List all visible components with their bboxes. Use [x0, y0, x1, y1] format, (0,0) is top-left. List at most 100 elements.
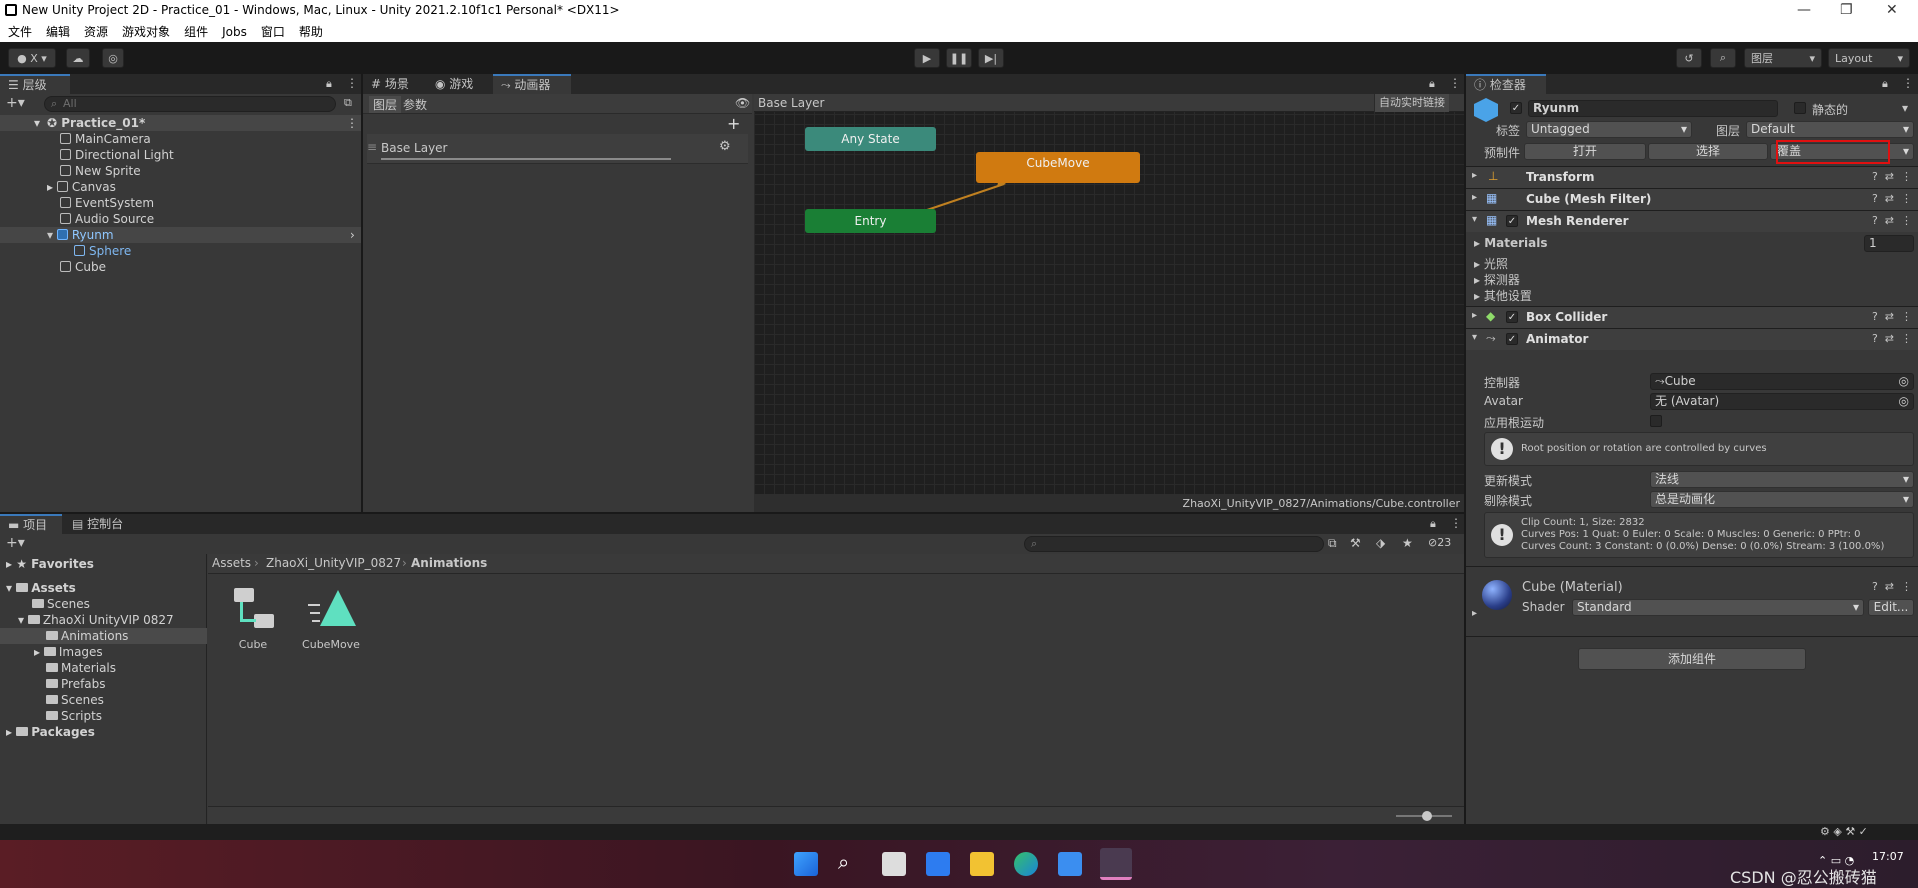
lock-icon[interactable]: 🔒︎	[326, 77, 332, 91]
expand-arrow-icon[interactable]: ▾	[47, 228, 57, 242]
expand-arrow-icon[interactable]: ▾	[1472, 332, 1477, 343]
active-checkbox[interactable]: ✓	[1510, 102, 1522, 114]
menu-help[interactable]: 帮助	[299, 22, 323, 42]
tree-item[interactable]: Materials	[46, 660, 116, 676]
tree-item[interactable]: Scripts	[46, 708, 102, 724]
hierarchy-search-input[interactable]: ⌕ All	[44, 96, 336, 112]
clock[interactable]: 17:07	[1872, 850, 1904, 863]
collapsed-arrow-icon[interactable]: ▸	[47, 180, 57, 194]
component-actions[interactable]: ? ⇄ ⋮	[1872, 310, 1912, 323]
expand-arrow-icon[interactable]: ▾	[34, 115, 40, 131]
scene-item[interactable]: ✪ Practice_01*	[47, 115, 145, 131]
lock-icon[interactable]: 🔒︎	[1429, 77, 1435, 91]
edge-browser-icon[interactable]	[1014, 852, 1038, 876]
root-motion-checkbox[interactable]	[1650, 415, 1662, 427]
transition-line[interactable]	[923, 183, 1005, 212]
mesh-filter-component[interactable]: ▸ ▦ Cube (Mesh Filter) ? ⇄ ⋮	[1466, 188, 1918, 210]
star-icon[interactable]: ★	[1402, 536, 1413, 550]
list-item[interactable]: MainCamera	[60, 131, 151, 147]
other-settings-foldout[interactable]: ▸ 其他设置	[1474, 287, 1532, 304]
collapsed-arrow-icon[interactable]: ▸	[1472, 608, 1477, 619]
tree-favorites[interactable]: ▸ ★ Favorites	[6, 556, 94, 572]
scene-row[interactable]: ▾ ✪ Practice_01* ⋮	[0, 115, 361, 131]
chevron-down-icon[interactable]: ▾	[1902, 101, 1908, 115]
list-item[interactable]: ▾ Ryunm	[47, 227, 114, 243]
object-picker-icon[interactable]: ◎	[1899, 394, 1909, 409]
component-actions[interactable]: ? ⇄ ⋮	[1872, 332, 1912, 345]
cloud-button[interactable]: ☁	[66, 48, 90, 68]
tag-dropdown[interactable]: Untagged ▾	[1526, 121, 1692, 138]
animator-component[interactable]: ▾ ⤳ ✓ Animator ? ⇄ ⋮	[1466, 328, 1918, 350]
prefab-open-button[interactable]: 打开	[1524, 143, 1646, 160]
collapsed-arrow-icon[interactable]: ▸	[1472, 310, 1477, 321]
create-plus-icon[interactable]: +▾	[6, 95, 25, 111]
box-collider-component[interactable]: ▸ ◆ ✓ Box Collider ? ⇄ ⋮	[1466, 306, 1918, 328]
more-menu-icon[interactable]: ⋮	[1449, 76, 1461, 90]
menu-window[interactable]: 窗口	[261, 22, 285, 42]
tab-animator[interactable]: ⤳ 动画器	[493, 74, 571, 94]
collapsed-arrow-icon[interactable]: ▸	[6, 725, 16, 739]
search-icon[interactable]: ⌕	[838, 850, 849, 874]
more-menu-icon[interactable]: ⋮	[1450, 516, 1462, 530]
icon-size-slider-handle[interactable]	[1422, 811, 1432, 821]
expand-arrow-icon[interactable]: ▾	[6, 581, 16, 595]
cubemove-state-node[interactable]: CubeMove	[976, 152, 1140, 183]
asset-item[interactable]: Cube	[226, 586, 280, 656]
list-item[interactable]: Cube	[60, 259, 106, 275]
menu-edit[interactable]: 编辑	[46, 22, 70, 42]
tab-inspector[interactable]: ⓘ 检查器	[1466, 74, 1546, 94]
pause-button[interactable]: ❚❚	[946, 48, 972, 68]
search-by-type-icon[interactable]: ⧉	[1328, 536, 1337, 551]
breadcrumb-item[interactable]: Assets	[212, 556, 251, 570]
component-enabled-checkbox[interactable]: ✓	[1506, 215, 1518, 227]
task-view-icon[interactable]	[882, 852, 906, 876]
list-item[interactable]: ▸ Canvas	[47, 179, 116, 195]
lighting-foldout[interactable]: ▸ 光照	[1474, 255, 1508, 272]
menu-component[interactable]: 组件	[184, 22, 208, 42]
collapsed-arrow-icon[interactable]: ▸	[1472, 170, 1477, 181]
material-actions[interactable]: ? ⇄ ⋮	[1872, 580, 1912, 593]
play-button[interactable]: ▶	[914, 48, 940, 68]
step-button[interactable]: ▶|	[978, 48, 1004, 68]
subtab-layers[interactable]: 图层	[369, 96, 402, 113]
component-actions[interactable]: ? ⇄ ⋮	[1872, 214, 1912, 227]
expand-arrow-icon[interactable]: ▾	[1472, 214, 1477, 225]
probes-foldout[interactable]: ▸ 探测器	[1474, 271, 1520, 288]
layer-dropdown[interactable]: Default ▾	[1746, 121, 1914, 138]
layers-dropdown[interactable]: 图层 ▾	[1744, 48, 1822, 68]
menu-gameobject[interactable]: 游戏对象	[122, 22, 170, 42]
gear-icon[interactable]: ⚙	[719, 139, 731, 154]
lock-icon[interactable]: 🔒︎	[1882, 77, 1888, 91]
list-item[interactable]: EventSystem	[60, 195, 154, 211]
history-button[interactable]: ↺	[1676, 48, 1702, 68]
file-explorer-icon[interactable]	[970, 852, 994, 876]
component-actions[interactable]: ? ⇄ ⋮	[1872, 170, 1912, 183]
shader-dropdown[interactable]: Standard ▾	[1572, 599, 1864, 616]
tree-item[interactable]: Animations	[46, 628, 128, 644]
tree-packages[interactable]: ▸ Packages	[6, 724, 95, 740]
materials-count-field[interactable]: 1	[1864, 235, 1914, 252]
maximize-button[interactable]: ❐	[1840, 2, 1853, 18]
shader-edit-button[interactable]: Edit...	[1868, 599, 1914, 616]
collapsed-arrow-icon[interactable]: ▸	[6, 557, 16, 571]
tab-scene[interactable]: # 场景	[363, 74, 425, 94]
static-checkbox[interactable]	[1794, 102, 1806, 114]
controller-field[interactable]: ⤳Cube ◎	[1650, 373, 1914, 390]
create-plus-icon[interactable]: +▾	[6, 535, 25, 551]
list-item[interactable]: Audio Source	[60, 211, 154, 227]
component-enabled-checkbox[interactable]: ✓	[1506, 333, 1518, 345]
tree-item[interactable]: Scenes	[46, 692, 104, 708]
start-icon[interactable]	[794, 852, 818, 876]
filter-icon[interactable]: ⚒	[1350, 536, 1361, 550]
chevron-right-icon[interactable]: ›	[350, 227, 355, 243]
close-button[interactable]: ✕	[1886, 2, 1898, 18]
status-icons[interactable]: ⚙ ◈ ⚒ ✓	[1820, 825, 1868, 838]
subtab-parameters[interactable]: 参数	[403, 96, 427, 113]
object-picker-icon[interactable]: ◎	[1899, 374, 1909, 389]
mesh-renderer-component[interactable]: ▾ ▦ ✓ Mesh Renderer ? ⇄ ⋮	[1466, 210, 1918, 232]
transform-component[interactable]: ▸ ⊥ Transform ? ⇄ ⋮	[1466, 166, 1918, 188]
tab-game[interactable]: ◉ 游戏	[427, 74, 491, 94]
unity-taskbar-icon[interactable]	[1100, 848, 1132, 880]
eye-icon[interactable]: 👁︎	[735, 96, 750, 110]
more-menu-icon[interactable]: ⋮	[1902, 76, 1914, 90]
